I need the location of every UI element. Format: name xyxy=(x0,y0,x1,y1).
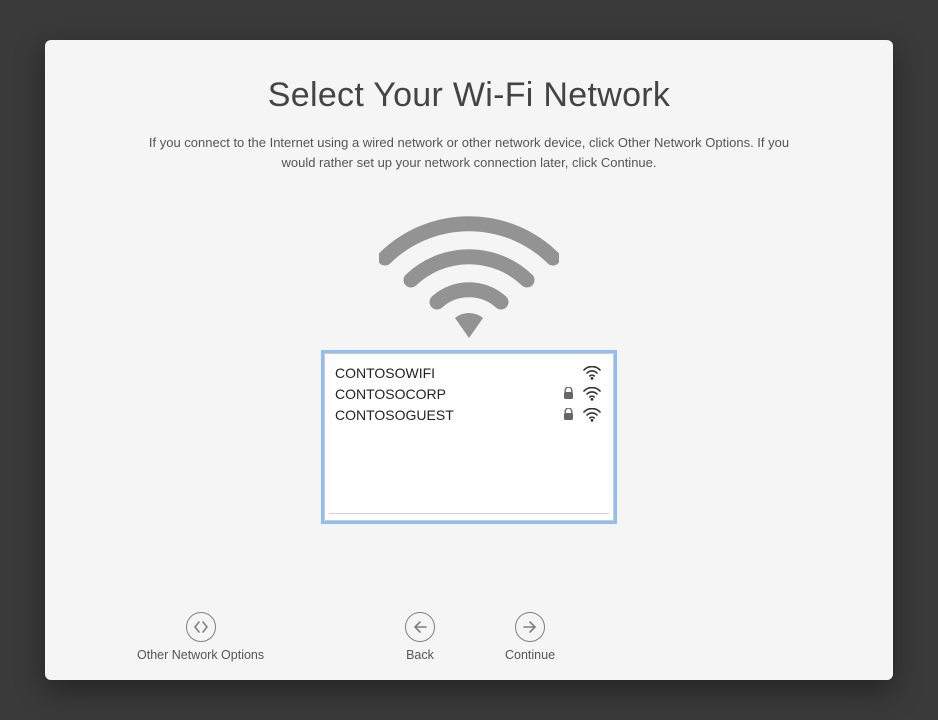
network-row[interactable]: CONTOSOCORP xyxy=(335,383,603,404)
network-options-icon xyxy=(186,612,216,642)
wifi-signal-icon xyxy=(581,408,603,422)
network-name: CONTOSOWIFI xyxy=(335,365,559,381)
lock-icon xyxy=(559,387,577,400)
arrow-left-icon xyxy=(405,612,435,642)
wifi-signal-icon xyxy=(581,366,603,380)
button-label: Continue xyxy=(505,648,555,662)
network-row[interactable]: CONTOSOGUEST xyxy=(335,404,603,425)
lock-icon xyxy=(559,408,577,421)
button-label: Back xyxy=(406,648,434,662)
button-label: Other Network Options xyxy=(137,648,264,662)
page-title: Select Your Wi-Fi Network xyxy=(268,76,670,115)
wifi-hero-icon xyxy=(379,210,559,345)
setup-panel: Select Your Wi-Fi Network If you connect… xyxy=(45,40,893,680)
network-row[interactable]: CONTOSOWIFI xyxy=(335,362,603,383)
other-network-options-button[interactable]: Other Network Options xyxy=(137,612,264,662)
network-name: CONTOSOGUEST xyxy=(335,407,559,423)
arrow-right-icon xyxy=(515,612,545,642)
list-divider xyxy=(329,513,609,514)
wifi-signal-icon xyxy=(581,387,603,401)
network-list[interactable]: CONTOSOWIFI CONTOSOCORP CONTOSOGUEST xyxy=(324,353,614,521)
network-name: CONTOSOCORP xyxy=(335,386,559,402)
page-subtitle: If you connect to the Internet using a w… xyxy=(139,133,799,172)
continue-button[interactable]: Continue xyxy=(505,612,555,662)
back-button[interactable]: Back xyxy=(405,612,435,662)
